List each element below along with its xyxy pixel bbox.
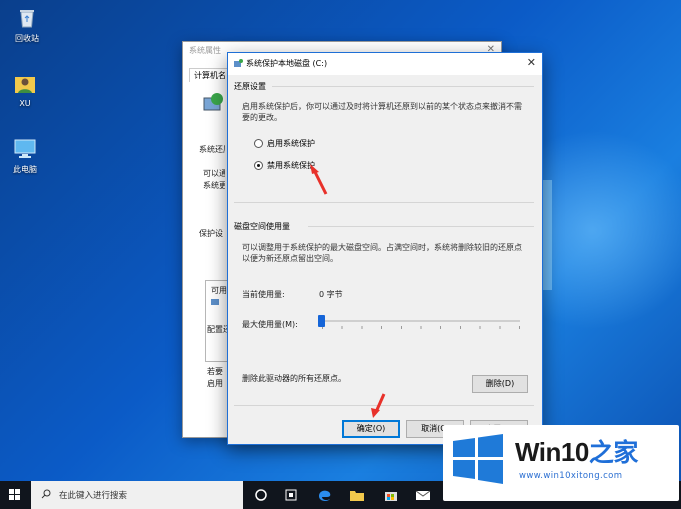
current-usage-value: 0 字节 — [319, 290, 343, 299]
system-protection-icon — [234, 59, 243, 68]
disk-usage-description: 可以调整用于系统保护的最大磁盘空间。占满空间时，系统将删除较旧的还原点 以便为新… — [242, 242, 532, 264]
desktop-icon-label: 此电脑 — [13, 165, 37, 174]
radio-button-selected-icon — [254, 161, 263, 170]
fragment-text: 可以通 — [203, 169, 225, 178]
task-view-icon[interactable] — [252, 486, 270, 504]
system-protection-dialog: 系统保护本地磁盘 (C:) ✕ 还原设置 启用系统保护后，你可以通过及时将计算机… — [227, 52, 543, 445]
ok-button[interactable]: 确定(O) — [342, 420, 400, 438]
watermark-brand-text: Win10 — [515, 437, 589, 467]
desktop-icon-label: XU — [19, 99, 31, 108]
search-icon — [41, 489, 51, 502]
max-usage-slider-thumb[interactable] — [318, 315, 325, 327]
fragment-text: 若要 — [207, 367, 223, 376]
radio-button-icon — [254, 139, 263, 148]
annotation-arrow-icon — [310, 164, 328, 195]
store-icon[interactable] — [382, 486, 400, 504]
desktop-icon-recycle-bin[interactable]: 回收站 — [2, 6, 52, 44]
max-usage-slider-ticks — [322, 326, 520, 329]
dialog-titlebar: 系统保护本地磁盘 (C:) ✕ — [228, 53, 542, 75]
restore-description-line: 启用系统保护后，你可以通过及时将计算机还原到以前的某个状态点来撤消不需 — [242, 102, 522, 111]
restore-settings-heading: 还原设置 — [234, 82, 266, 91]
fragment-text: 系统更 — [203, 181, 225, 190]
current-usage-label: 当前使用量: — [242, 290, 285, 299]
desktop-icon-user[interactable]: XU — [0, 72, 50, 108]
win10-watermark: Win10之家 www.win10xitong.com — [443, 425, 679, 501]
fragment-system-restore: 系统还原 — [199, 145, 225, 154]
mail-icon[interactable] — [414, 486, 432, 504]
file-explorer-icon[interactable] — [348, 486, 366, 504]
fragment-text: 启用 — [207, 379, 223, 388]
user-folder-icon — [13, 72, 37, 96]
desktop-icon-label: 回收站 — [15, 34, 39, 43]
tab-computer-name[interactable]: 计算机名 — [189, 68, 231, 82]
watermark-brand-zh: 之家 — [588, 439, 639, 467]
radio-label: 启用系统保护 — [267, 139, 315, 148]
restore-description: 启用系统保护后，你可以通过及时将计算机还原到以前的某个状态点来撤消不需 要的更改… — [242, 101, 532, 123]
start-button[interactable] — [0, 481, 30, 509]
dialog-title: 系统保护本地磁盘 (C:) — [246, 59, 328, 68]
delete-button[interactable]: 删除(D) — [472, 375, 528, 393]
restore-description-line: 要的更改。 — [242, 113, 282, 122]
disk-description-line: 可以调整用于系统保护的最大磁盘空间。占满空间时，系统将删除较旧的还原点 — [242, 243, 522, 252]
computer-icon — [13, 137, 37, 161]
watermark-brand: Win10之家 — [515, 433, 638, 469]
watermark-url: www.win10xitong.com — [519, 471, 623, 481]
disk-description-line: 以便为新还原点留出空间。 — [242, 254, 338, 263]
close-icon[interactable]: ✕ — [527, 56, 536, 69]
system-protection-icon — [201, 90, 227, 116]
max-usage-slider-track[interactable] — [322, 320, 520, 322]
widgets-icon[interactable] — [282, 486, 300, 504]
fragment-configure: 配置还 — [207, 325, 227, 334]
start-icon — [9, 489, 20, 500]
disk-usage-heading: 磁盘空间使用量 — [234, 222, 290, 231]
divider — [234, 202, 534, 203]
radio-enable-protection[interactable]: 启用系统保护 — [254, 138, 315, 149]
divider — [272, 86, 534, 87]
drive-icon — [211, 299, 219, 305]
divider — [308, 226, 534, 227]
edge-icon[interactable] — [316, 486, 334, 504]
search-placeholder: 在此键入进行搜索 — [59, 491, 128, 501]
desktop-icon-this-pc[interactable]: 此电脑 — [0, 137, 50, 175]
fragment-protection-settings: 保护设 — [199, 229, 223, 238]
delete-restore-points-text: 删除此驱动器的所有还原点。 — [242, 374, 346, 383]
recycle-bin-icon — [15, 6, 39, 30]
max-usage-label: 最大使用量(M): — [242, 320, 298, 329]
annotation-arrow-icon — [371, 393, 386, 418]
taskbar-search-box[interactable]: 在此键入进行搜索 — [31, 481, 243, 509]
windows-logo-icon — [453, 434, 503, 484]
